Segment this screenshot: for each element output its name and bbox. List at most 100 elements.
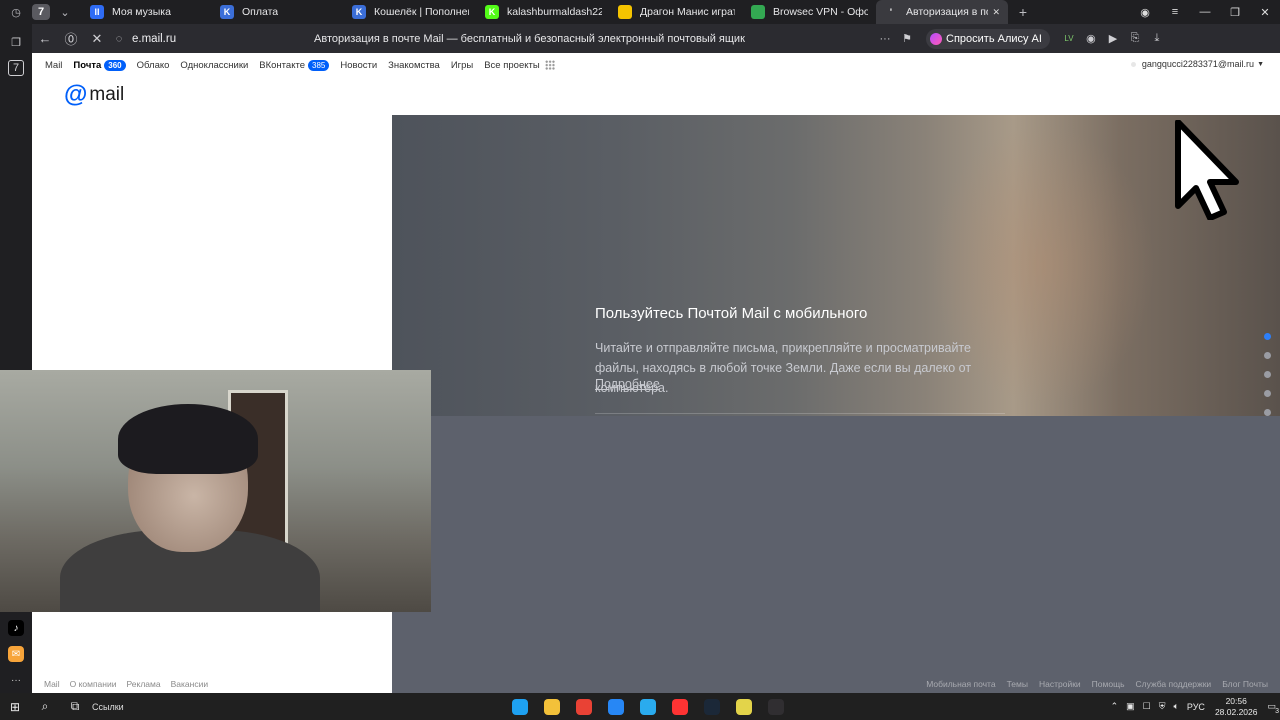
carousel-dot[interactable] [1264, 371, 1271, 378]
footer-link[interactable]: Темы [1007, 679, 1028, 689]
volume-icon[interactable]: 🔈︎ [1174, 701, 1179, 712]
mail-app-icon[interactable]: ✉ [8, 646, 24, 662]
minimize-button[interactable]: — [1190, 6, 1220, 18]
portal-link[interactable]: Все проекты [484, 60, 555, 71]
downloads-icon[interactable]: ⤓ [1146, 28, 1168, 50]
footer-link[interactable]: Настройки [1039, 679, 1081, 689]
portal-link[interactable]: Одноклассники [180, 60, 248, 71]
collections-icon[interactable]: ❐ [8, 34, 24, 50]
taskbar-app-edge[interactable] [504, 693, 536, 720]
more-icon[interactable]: ··· [8, 672, 24, 688]
promo-title: Пользуйтесь Почтой Mail с мобильного [595, 305, 868, 322]
taskbar-app-explorer[interactable] [536, 693, 568, 720]
protect-icon[interactable]: ⓪ [58, 26, 84, 52]
vk-icon [608, 698, 624, 715]
footer-link[interactable]: Вакансии [171, 679, 208, 689]
count-badge: 385 [308, 59, 330, 71]
browser-tab[interactable]: K Оплата [212, 0, 344, 24]
taskbar-app-discord-alt[interactable] [728, 693, 760, 720]
media-icon[interactable]: ▶ [1102, 28, 1124, 50]
portal-link[interactable]: Игры [451, 60, 473, 71]
browser-tab[interactable]: K Кошелёк | Пополнение [344, 0, 477, 24]
footer-link[interactable]: Mail [44, 679, 60, 689]
tray-vpn-icon[interactable]: ⛨ [1159, 701, 1166, 712]
carousel-dot[interactable] [1264, 390, 1271, 397]
stop-loading-button[interactable]: ✕ [84, 26, 110, 52]
search-icon[interactable]: ⌕ [30, 693, 60, 720]
tab-manager-icon[interactable]: ≡ [1160, 6, 1190, 18]
close-tab-icon[interactable]: ✕ [988, 7, 1000, 18]
carousel-dot[interactable] [1264, 333, 1271, 340]
more-icon[interactable]: ··· [874, 28, 896, 50]
account-menu[interactable]: gangqucci2283371@mail.ru ▼ [1130, 59, 1264, 69]
portal-link[interactable]: Новости [340, 60, 377, 71]
vpn-extension-icon[interactable]: LV [1058, 28, 1080, 50]
footer-link[interactable]: Служба поддержки [1136, 679, 1212, 689]
carousel-dot[interactable] [1264, 409, 1271, 416]
taskbar-app-obs[interactable] [760, 693, 792, 720]
footer-link[interactable]: О компании [70, 679, 117, 689]
site-info-icon[interactable]: ◌ [110, 26, 128, 52]
taskbar-app-steam[interactable] [696, 693, 728, 720]
browser-tab[interactable]: Kkalashburmaldash228 Stre [477, 0, 610, 24]
network-icon[interactable]: ☐ [1143, 701, 1151, 712]
chevron-up-icon[interactable]: ⌃ [1111, 701, 1119, 712]
portal-link[interactable]: Знакомства [388, 60, 440, 71]
clock[interactable]: 20:56 28.02.2026 [1215, 696, 1258, 718]
steam-icon [704, 698, 720, 715]
tab-favicon-icon: K [352, 5, 366, 19]
portal-link[interactable]: Mail [45, 60, 62, 71]
task-view-icon[interactable]: ⧉ [60, 693, 90, 720]
mouse-cursor-icon [1175, 120, 1239, 220]
carousel-dot[interactable] [1264, 352, 1271, 359]
close-window-button[interactable]: ✕ [1250, 6, 1280, 19]
logo-text: mail [89, 84, 125, 105]
taskbar-app-chrome[interactable] [568, 693, 600, 720]
maximize-button[interactable]: ❐ [1220, 6, 1250, 19]
back-button[interactable]: ← [32, 26, 58, 52]
footer-link[interactable]: Реклама [126, 679, 160, 689]
footer-link[interactable]: Блог Почты [1222, 679, 1268, 689]
browser-tab[interactable]: Browsec VPN - Оформлен [743, 0, 876, 24]
new-tab-button[interactable]: + [1012, 3, 1034, 21]
portal-link[interactable]: Облако [137, 60, 170, 71]
browser-tab[interactable]: II Моя музыка [82, 0, 212, 24]
extension-icon[interactable]: ◉ [1080, 28, 1102, 50]
yandex-icon [672, 698, 688, 715]
browser-tab[interactable]: Драгон Манис играть в он [610, 0, 743, 24]
calendar-icon[interactable]: 7 [8, 60, 24, 76]
chevron-down-icon[interactable]: ⌄ [54, 3, 76, 21]
portal-link-label: Mail [45, 59, 63, 71]
taskbar-app-yandex[interactable] [664, 693, 696, 720]
tab-favicon-icon: K [485, 5, 499, 19]
portal-link-label: Почта [73, 59, 102, 71]
bookmark-icon[interactable]: ⚑ [896, 28, 918, 50]
taskbar-app-vk[interactable] [600, 693, 632, 720]
screenshot-icon[interactable]: ⎘ [1124, 28, 1146, 50]
mail-logo[interactable]: @ mail [64, 83, 124, 107]
url-field[interactable]: e.mail.ru [132, 33, 302, 45]
tiktok-icon[interactable]: ♪ [8, 620, 24, 636]
avatar [1130, 61, 1136, 67]
portal-link[interactable]: ВКонтакте 385 [259, 59, 330, 71]
profile-icon[interactable]: ◉ [1130, 6, 1160, 19]
tab-favicon-icon: K [220, 5, 234, 19]
tab-counter[interactable]: 7 [32, 4, 50, 20]
promo-more-link[interactable]: Подробнее [595, 377, 660, 391]
ask-alice-button[interactable]: Спросить Алису AI [926, 28, 1050, 49]
browser-tab[interactable]: ' Авторизация в почте M✕ [876, 0, 1008, 24]
tab-title: Драгон Манис играть в он [640, 6, 735, 18]
tray-app-icon[interactable]: ▣ [1126, 701, 1135, 712]
start-button[interactable]: ⊞ [0, 693, 30, 720]
language-indicator[interactable]: РУС [1187, 702, 1205, 712]
search-label[interactable]: Ссылки [92, 702, 124, 712]
count-badge: 360 [104, 59, 126, 71]
footer-link[interactable]: Помощь [1092, 679, 1125, 689]
taskbar-app-telegram[interactable] [632, 693, 664, 720]
promo-carousel: Пользуйтесь Почтой Mail с мобильного Чит… [392, 115, 1280, 693]
portal-link-label: ВКонтакте [259, 59, 305, 71]
footer-link[interactable]: Мобильная почта [926, 679, 995, 689]
portal-link[interactable]: Почта 360 [73, 59, 126, 71]
history-button[interactable]: ◷ [0, 0, 32, 24]
notifications-icon[interactable]: ▭ 3 [1267, 701, 1279, 715]
